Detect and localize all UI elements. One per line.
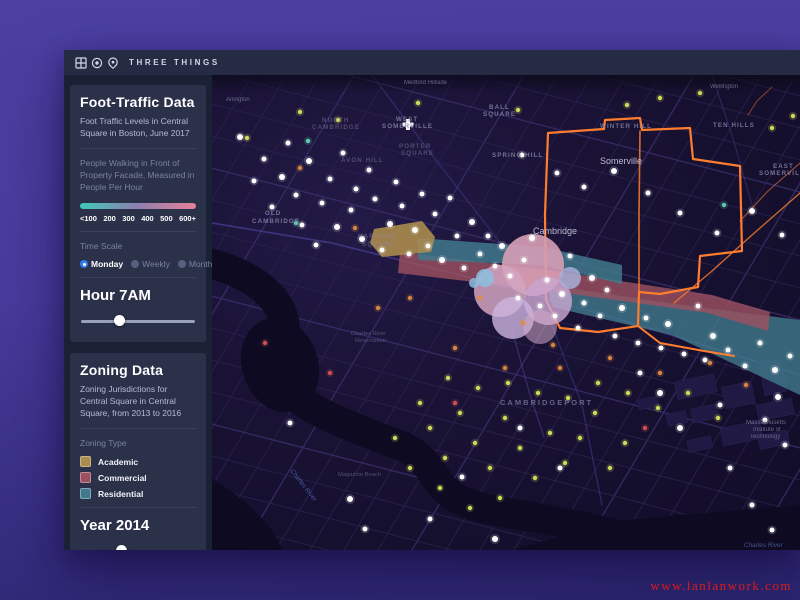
radio-label: Weekly (142, 259, 170, 269)
divider (80, 148, 196, 149)
radio-icon[interactable] (178, 260, 186, 268)
map-label: NORTH (322, 117, 350, 124)
map-label: PORTER (399, 143, 431, 150)
divider (80, 277, 196, 278)
watermark: www.lanlanwork.com (650, 578, 792, 594)
map-label: HARVARD (358, 233, 396, 240)
sidebar: Foot-Traffic Data Foot Traffic Levels in… (64, 75, 212, 550)
zone-swatch (80, 472, 91, 483)
map-label: Charles River (744, 542, 784, 549)
map-label: Cambridge (533, 226, 577, 236)
map-label: SQUARE (483, 111, 516, 118)
hour-slider-thumb[interactable] (114, 315, 125, 326)
time-option-monday[interactable]: Monday (80, 259, 123, 269)
map-label: EAST (773, 163, 794, 170)
year-slider[interactable] (81, 545, 195, 550)
zoning-title: Zoning Data (80, 362, 196, 378)
hour-slider-track[interactable] (81, 320, 195, 323)
map-label: Massachusetts (746, 420, 786, 426)
map-label: SQUARE (362, 241, 395, 248)
map-label: AVON HILL (341, 157, 384, 164)
map-label: WEST (396, 116, 418, 123)
zoning-legend-row: Commercial (80, 472, 196, 483)
map-label: WINTER HILL (600, 123, 652, 130)
zoning-legend-row: Academic (80, 456, 196, 467)
divider (80, 507, 196, 508)
radio-icon[interactable] (80, 260, 88, 268)
time-scale-radios: MondayWeeklyMonthly (80, 259, 196, 269)
zoning-legend-row: Residential (80, 488, 196, 499)
map-label: OLD (265, 210, 281, 217)
map-label: CAMBRIDGE (312, 124, 360, 131)
divider (80, 428, 196, 429)
map-label: SOMERVILLE (759, 170, 800, 177)
zoning-panel: Zoning Data Zoning Jurisdictions for Cen… (70, 353, 206, 550)
grid-icon[interactable] (75, 57, 87, 69)
zone-name: Commercial (98, 473, 147, 483)
radio-label: Monday (91, 259, 123, 269)
map-label: Medford Hillside (404, 80, 448, 86)
map-label: Charles River (351, 331, 386, 337)
zone-name: Academic (98, 457, 138, 467)
legend-tick: <100 (80, 214, 97, 223)
zone-name: Residential (98, 489, 143, 499)
app-window: THREE THINGS Foot-Traffic Data Foot Traf… (64, 50, 800, 550)
map-label: Somerville (600, 156, 642, 166)
app-title: THREE THINGS (129, 58, 220, 67)
map-label: CAMBRIDGEPORT (500, 398, 593, 407)
zone-swatch (80, 456, 91, 467)
legend-tick: 400 (141, 214, 154, 223)
zoning-type-label: Zoning Type (80, 437, 196, 449)
foot-traffic-subtitle: Foot Traffic Levels in Central Square in… (80, 116, 196, 140)
time-option-weekly[interactable]: Weekly (131, 259, 170, 269)
titlebar: THREE THINGS (64, 50, 800, 75)
time-scale-label: Time Scale (80, 240, 196, 252)
map-label: Arlington (226, 97, 250, 103)
foot-traffic-panel: Foot-Traffic Data Foot Traffic Levels in… (70, 85, 206, 342)
map-label: BALL (489, 104, 510, 111)
target-icon[interactable] (91, 57, 103, 69)
map-label: CAMBRIDGE (252, 218, 300, 225)
zone-swatch (80, 488, 91, 499)
radio-icon[interactable] (131, 260, 139, 268)
hour-heading: Hour 7AM (80, 287, 196, 304)
year-heading: Year 2014 (80, 517, 196, 534)
foot-traffic-title: Foot-Traffic Data (80, 94, 196, 110)
map-label: SQUARE (401, 150, 434, 157)
hour-slider[interactable] (81, 315, 195, 327)
map-label: TEN HILLS (713, 122, 755, 129)
map-label: Magazine Beach (338, 472, 381, 478)
traffic-gradient-legend (80, 203, 196, 209)
pin-icon[interactable] (107, 57, 119, 69)
map-label: Reservation (355, 338, 386, 344)
year-slider-thumb[interactable] (116, 545, 127, 550)
zoning-subtitle: Zoning Jurisdictions for Central Square … (80, 384, 196, 420)
legend-tick: 300 (122, 214, 135, 223)
map-label: SPRING HILL (492, 152, 543, 159)
map-label: Institute of (753, 427, 781, 433)
map-label: SOMERVILLE (382, 123, 433, 130)
map-label: Technology (750, 434, 780, 440)
legend-caption: People Walking in Front of Property Faca… (80, 157, 196, 194)
map-canvas[interactable]: Medford Hillside Wellington Arlington NORTH… (212, 75, 800, 550)
zoning-legend: Academic Commercial Residential (80, 456, 196, 499)
divider (80, 231, 196, 232)
legend-tick: 600+ (179, 214, 196, 223)
legend-tick: 500 (160, 214, 173, 223)
legend-tick: 200 (103, 214, 116, 223)
legend-ticks: <100 200 300 400 500 600+ (80, 214, 196, 223)
map-label: Wellington (710, 84, 738, 90)
